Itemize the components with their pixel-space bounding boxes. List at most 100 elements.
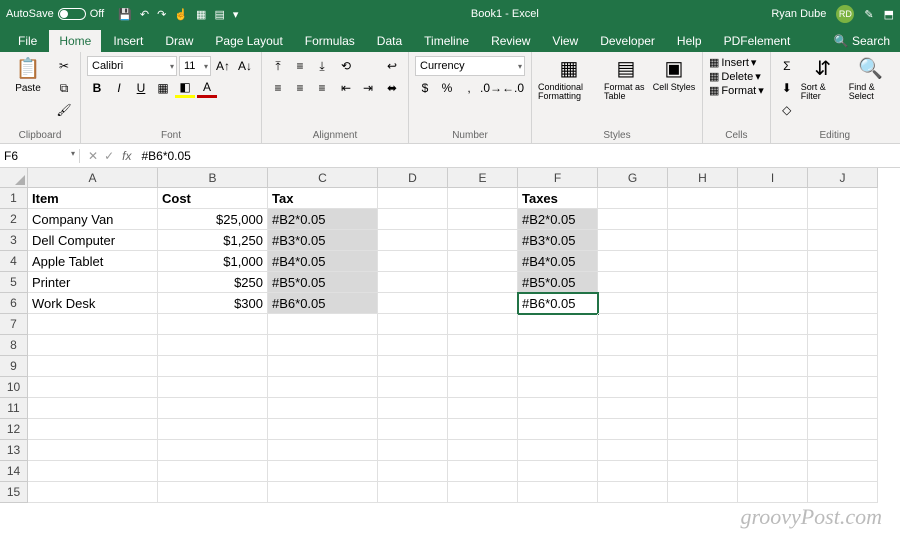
cell-I15[interactable] <box>738 482 808 503</box>
cell-C11[interactable] <box>268 398 378 419</box>
cell-C5[interactable]: #B5*0.05 <box>268 272 378 293</box>
bold-button[interactable]: B <box>87 78 107 98</box>
cell-D4[interactable] <box>378 251 448 272</box>
cell-H5[interactable] <box>668 272 738 293</box>
cell-H11[interactable] <box>668 398 738 419</box>
cell-J10[interactable] <box>808 377 878 398</box>
col-header-C[interactable]: C <box>268 168 378 188</box>
cell-J2[interactable] <box>808 209 878 230</box>
borders-icon[interactable]: ▦ <box>196 8 206 21</box>
autosave-toggle[interactable]: AutoSave Off <box>6 8 104 20</box>
merge-center-icon[interactable]: ⬌ <box>382 78 402 98</box>
cell-I1[interactable] <box>738 188 808 209</box>
delete-button[interactable]: ▦ Delete ▾ <box>709 70 761 83</box>
cell-I8[interactable] <box>738 335 808 356</box>
cell-F9[interactable] <box>518 356 598 377</box>
cell-B7[interactable] <box>158 314 268 335</box>
align-middle-icon[interactable]: ≡ <box>290 56 310 76</box>
cell-I9[interactable] <box>738 356 808 377</box>
row-header-4[interactable]: 4 <box>0 251 28 272</box>
cell-F14[interactable] <box>518 461 598 482</box>
cell-E10[interactable] <box>448 377 518 398</box>
cell-E13[interactable] <box>448 440 518 461</box>
row-header-11[interactable]: 11 <box>0 398 28 419</box>
cell-B11[interactable] <box>158 398 268 419</box>
cell-G13[interactable] <box>598 440 668 461</box>
align-left-icon[interactable]: ≡ <box>268 78 288 98</box>
cell-A2[interactable]: Company Van <box>28 209 158 230</box>
cell-D10[interactable] <box>378 377 448 398</box>
cell-B9[interactable] <box>158 356 268 377</box>
cell-F8[interactable] <box>518 335 598 356</box>
cell-J12[interactable] <box>808 419 878 440</box>
cell-J7[interactable] <box>808 314 878 335</box>
cell-E7[interactable] <box>448 314 518 335</box>
cell-J3[interactable] <box>808 230 878 251</box>
cell-B13[interactable] <box>158 440 268 461</box>
cell-D15[interactable] <box>378 482 448 503</box>
row-header-12[interactable]: 12 <box>0 419 28 440</box>
increase-decimal-icon[interactable]: .0→ <box>481 78 501 98</box>
cell-I3[interactable] <box>738 230 808 251</box>
cell-F12[interactable] <box>518 419 598 440</box>
cell-A4[interactable]: Apple Tablet <box>28 251 158 272</box>
col-header-E[interactable]: E <box>448 168 518 188</box>
cell-D8[interactable] <box>378 335 448 356</box>
paste-button[interactable]: 📋 Paste <box>6 56 50 94</box>
cell-C6[interactable]: #B6*0.05 <box>268 293 378 314</box>
cell-D1[interactable] <box>378 188 448 209</box>
tab-draw[interactable]: Draw <box>155 30 203 52</box>
cell-I13[interactable] <box>738 440 808 461</box>
cell-G8[interactable] <box>598 335 668 356</box>
cell-I4[interactable] <box>738 251 808 272</box>
cell-H6[interactable] <box>668 293 738 314</box>
align-center-icon[interactable]: ≡ <box>290 78 310 98</box>
row-header-6[interactable]: 6 <box>0 293 28 314</box>
font-name-combo[interactable]: Calibri <box>87 56 177 76</box>
cell-C10[interactable] <box>268 377 378 398</box>
cell-D5[interactable] <box>378 272 448 293</box>
cell-G3[interactable] <box>598 230 668 251</box>
table-icon[interactable]: ▤ <box>214 8 224 21</box>
cell-F4[interactable]: #B4*0.05 <box>518 251 598 272</box>
cell-H2[interactable] <box>668 209 738 230</box>
wrap-text-icon[interactable]: ↩ <box>382 56 402 76</box>
cell-D3[interactable] <box>378 230 448 251</box>
tab-page-layout[interactable]: Page Layout <box>205 30 292 52</box>
col-header-F[interactable]: F <box>518 168 598 188</box>
cell-C14[interactable] <box>268 461 378 482</box>
cell-B8[interactable] <box>158 335 268 356</box>
cell-B2[interactable]: $25,000 <box>158 209 268 230</box>
cell-B15[interactable] <box>158 482 268 503</box>
cell-C7[interactable] <box>268 314 378 335</box>
tab-help[interactable]: Help <box>667 30 712 52</box>
cell-J9[interactable] <box>808 356 878 377</box>
increase-font-icon[interactable]: A↑ <box>213 56 233 76</box>
redo-icon[interactable]: ↷ <box>157 8 166 21</box>
cell-J4[interactable] <box>808 251 878 272</box>
cell-E2[interactable] <box>448 209 518 230</box>
cell-D11[interactable] <box>378 398 448 419</box>
row-header-1[interactable]: 1 <box>0 188 28 209</box>
cell-A12[interactable] <box>28 419 158 440</box>
underline-button[interactable]: U <box>131 78 151 98</box>
cell-F11[interactable] <box>518 398 598 419</box>
cell-D13[interactable] <box>378 440 448 461</box>
cell-G5[interactable] <box>598 272 668 293</box>
cell-A7[interactable] <box>28 314 158 335</box>
tab-data[interactable]: Data <box>367 30 412 52</box>
number-format-combo[interactable]: Currency <box>415 56 525 76</box>
fill-color-button[interactable]: ◧ <box>175 78 195 98</box>
cell-G9[interactable] <box>598 356 668 377</box>
user-name[interactable]: Ryan Dube <box>771 8 826 20</box>
cell-J5[interactable] <box>808 272 878 293</box>
sort-filter-button[interactable]: ⇵Sort & Filter <box>801 56 845 101</box>
ribbon-options-icon[interactable]: ⬒ <box>884 8 894 21</box>
undo-icon[interactable]: ↶ <box>140 8 149 21</box>
cell-E9[interactable] <box>448 356 518 377</box>
format-painter-icon[interactable]: 🖌 <box>54 100 74 120</box>
cell-D9[interactable] <box>378 356 448 377</box>
cell-A10[interactable] <box>28 377 158 398</box>
percent-icon[interactable]: % <box>437 78 457 98</box>
cell-H9[interactable] <box>668 356 738 377</box>
